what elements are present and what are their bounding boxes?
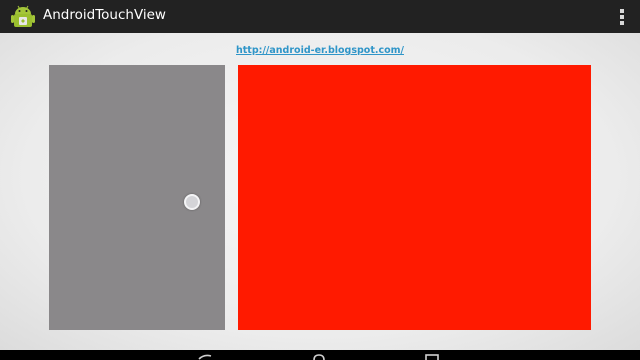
back-icon[interactable] <box>198 354 212 360</box>
touch-view-right[interactable] <box>238 65 591 330</box>
main-content: http://android-er.blogspot.com/ <box>0 33 640 350</box>
touch-view-left[interactable] <box>49 65 225 330</box>
home-icon[interactable] <box>312 354 326 360</box>
action-bar: AndroidTouchView <box>0 0 640 33</box>
touch-point-indicator <box>184 194 200 210</box>
app-title: AndroidTouchView <box>43 7 166 23</box>
android-icon[interactable] <box>10 4 36 30</box>
overflow-menu-icon[interactable] <box>619 9 625 25</box>
blog-link[interactable]: http://android-er.blogspot.com/ <box>0 45 640 56</box>
navigation-bar <box>0 350 640 360</box>
recents-icon[interactable] <box>424 354 440 360</box>
